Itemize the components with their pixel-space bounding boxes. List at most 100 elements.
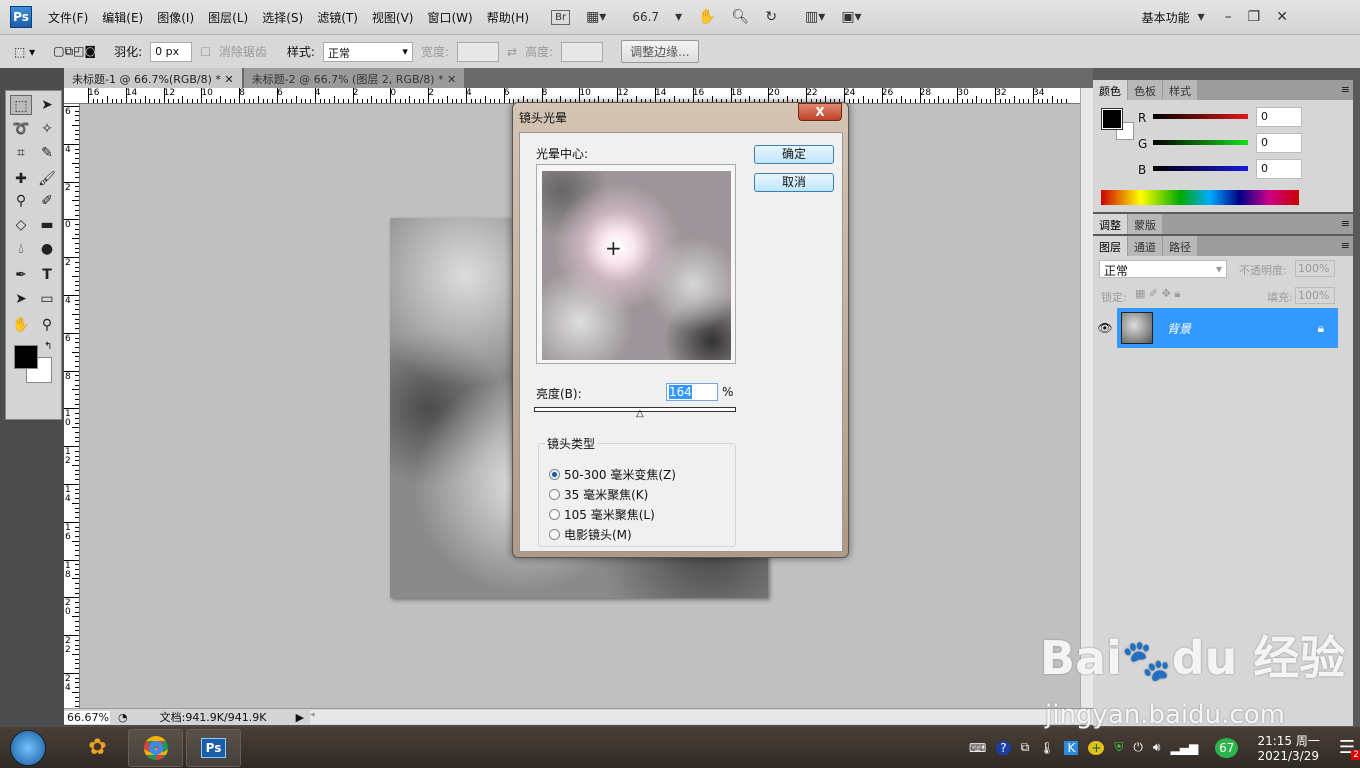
notification-icon[interactable]: ☰ 2	[1339, 737, 1360, 760]
crosshair-icon[interactable]: +	[605, 238, 622, 258]
brightness-input[interactable]: 164	[666, 383, 718, 401]
menu-select[interactable]: 选择(S)	[262, 9, 303, 26]
selection-mode-icons[interactable]: ▢⧉◰◙	[53, 44, 96, 59]
bridge-button[interactable]: Br	[551, 9, 571, 25]
brightness-slider-thumb[interactable]: △	[636, 409, 644, 419]
type-tool-icon[interactable]: T	[36, 265, 58, 285]
g-slider[interactable]	[1153, 140, 1248, 145]
eraser-tool-icon[interactable]: ◇	[10, 215, 32, 235]
vertical-scrollbar[interactable]	[1080, 88, 1093, 708]
height-input[interactable]	[561, 41, 604, 62]
gradient-tool-icon[interactable]: ▬	[36, 215, 58, 235]
tab-adjustments[interactable]: 调整	[1093, 214, 1127, 234]
plus-app-icon[interactable]: +	[1088, 740, 1105, 755]
healing-brush-icon[interactable]: ✚	[10, 169, 32, 189]
color-ramp[interactable]	[1101, 190, 1299, 205]
radio-selected-icon[interactable]	[549, 469, 560, 480]
foreground-color-swatch[interactable]	[1101, 108, 1123, 130]
panel-menu-icon[interactable]: ≡	[1338, 214, 1353, 234]
swap-colors-icon[interactable]: ↰	[44, 341, 52, 352]
r-slider[interactable]	[1153, 114, 1248, 119]
restore-icon[interactable]: ❐	[1248, 9, 1261, 25]
panel-menu-icon[interactable]: ≡	[1338, 80, 1353, 100]
magic-wand-icon[interactable]: ✧	[36, 119, 58, 139]
tab-channels[interactable]: 通道	[1128, 236, 1162, 256]
radio-icon[interactable]	[549, 509, 560, 520]
tab-styles[interactable]: 样式	[1163, 80, 1197, 100]
lock-icons[interactable]: ▦ ✐ ✥ 🔒︎	[1135, 287, 1180, 301]
swap-icon[interactable]: ⇄	[507, 45, 517, 59]
arrange-documents-icon[interactable]: ▥▾	[805, 9, 825, 25]
blend-mode-select[interactable]: 正常 ▾	[1099, 260, 1227, 278]
thermometer-icon[interactable]: 🌡︎	[1039, 741, 1054, 755]
shield-icon[interactable]: ⛨	[1114, 740, 1123, 755]
signal-icon[interactable]: ▂▄▆	[1170, 741, 1198, 755]
tab-paths[interactable]: 路径	[1163, 236, 1197, 256]
lasso-tool-icon[interactable]: ➰	[10, 119, 32, 139]
crop-tool-icon[interactable]: ⌗	[10, 143, 32, 163]
status-arrow-icon[interactable]: ▶	[296, 711, 304, 724]
zoom-tool-icon[interactable]: ⚲	[36, 315, 58, 335]
lens-option-50-300[interactable]: 50-300 毫米变焦(Z)	[549, 466, 676, 483]
taskbar-app-icon[interactable]: ✿	[70, 729, 125, 767]
b-input[interactable]: 0	[1256, 159, 1302, 179]
menu-view[interactable]: 视图(V)	[372, 9, 414, 26]
brightness-slider[interactable]	[534, 407, 736, 412]
width-input[interactable]	[457, 41, 499, 62]
tab-document-1[interactable]: 未标题-1 @ 66.7%(RGB/8) * ✕	[64, 68, 242, 88]
zoom-icon[interactable]: 🔍︎	[732, 9, 750, 25]
r-input[interactable]: 0	[1256, 107, 1302, 127]
tab-color[interactable]: 颜色	[1093, 80, 1127, 100]
stamp-tool-icon[interactable]: ⚲	[10, 191, 32, 211]
menu-image[interactable]: 图像(I)	[157, 9, 194, 26]
start-button[interactable]	[10, 729, 46, 766]
cancel-button[interactable]: 取消	[754, 173, 834, 192]
fill-input[interactable]: 100%	[1295, 287, 1335, 304]
power-plug-icon[interactable]: ⏻	[1133, 740, 1143, 755]
taskbar-chrome-icon[interactable]	[128, 728, 183, 767]
tab-masks[interactable]: 蒙版	[1128, 214, 1162, 234]
chevron-down-icon[interactable]: ▾	[1198, 9, 1205, 25]
chevron-down-icon[interactable]: ▾	[675, 9, 682, 25]
status-menu-icon[interactable]: ◔	[118, 711, 128, 724]
dodge-tool-icon[interactable]: ●	[36, 239, 58, 259]
b-slider[interactable]	[1153, 166, 1248, 171]
kugou-icon[interactable]: K	[1064, 740, 1079, 755]
keyboard-icon[interactable]: ⌨	[969, 741, 986, 755]
rotate-view-icon[interactable]: ↻	[765, 9, 777, 25]
hand-icon[interactable]: ✋	[698, 9, 715, 25]
refine-edge-button[interactable]: 调整边缘...	[621, 40, 699, 63]
pen-tool-icon[interactable]: ✒	[10, 265, 32, 285]
zoom-percent-field[interactable]: 66.67%	[64, 710, 110, 724]
g-input[interactable]: 0	[1256, 133, 1302, 153]
clock[interactable]: 21:15 周一 2021/3/29	[1257, 732, 1319, 763]
menu-help[interactable]: 帮助(H)	[487, 9, 529, 26]
marquee-preset-icon[interactable]: ⬚ ▾	[14, 45, 35, 59]
eyedropper-icon[interactable]: ✎	[36, 143, 58, 163]
volume-icon[interactable]: 🔊︎	[1153, 740, 1161, 755]
help-icon[interactable]: ?	[996, 740, 1011, 755]
foreground-color-swatch[interactable]	[14, 345, 38, 369]
shape-tool-icon[interactable]: ▭	[36, 289, 58, 309]
horizontal-scrollbar[interactable]: ◂	[310, 710, 1094, 724]
antialias-checkbox[interactable]: ☐	[200, 45, 211, 59]
eye-icon[interactable]: 👁︎	[1093, 308, 1117, 348]
close-icon[interactable]: ✕	[1276, 9, 1288, 25]
lens-option-movie[interactable]: 电影镜头(M)	[549, 526, 632, 543]
workspace-switcher[interactable]: 基本功能	[1142, 9, 1190, 26]
preview-image[interactable]	[542, 171, 731, 360]
history-brush-icon[interactable]: ✐	[36, 191, 58, 211]
feather-input[interactable]: 0 px	[150, 41, 193, 62]
screen-mode-icon[interactable]: ▣▾	[841, 9, 861, 25]
lens-option-105[interactable]: 105 毫米聚焦(L)	[549, 506, 655, 523]
menu-file[interactable]: 文件(F)	[48, 9, 88, 26]
screen-mode-icon[interactable]: ▦▾	[586, 9, 606, 25]
lens-option-35[interactable]: 35 毫米聚焦(K)	[549, 486, 648, 503]
panel-menu-icon[interactable]: ≡	[1338, 236, 1353, 256]
tab-document-2[interactable]: 未标题-2 @ 66.7% (图层 2, RGB/8) * ✕	[243, 68, 465, 88]
menu-edit[interactable]: 编辑(E)	[102, 9, 143, 26]
menu-window[interactable]: 窗口(W)	[427, 9, 472, 26]
close-icon[interactable]: ✕	[447, 73, 456, 86]
radio-icon[interactable]	[549, 489, 560, 500]
move-tool-icon[interactable]: ➤	[36, 95, 58, 115]
